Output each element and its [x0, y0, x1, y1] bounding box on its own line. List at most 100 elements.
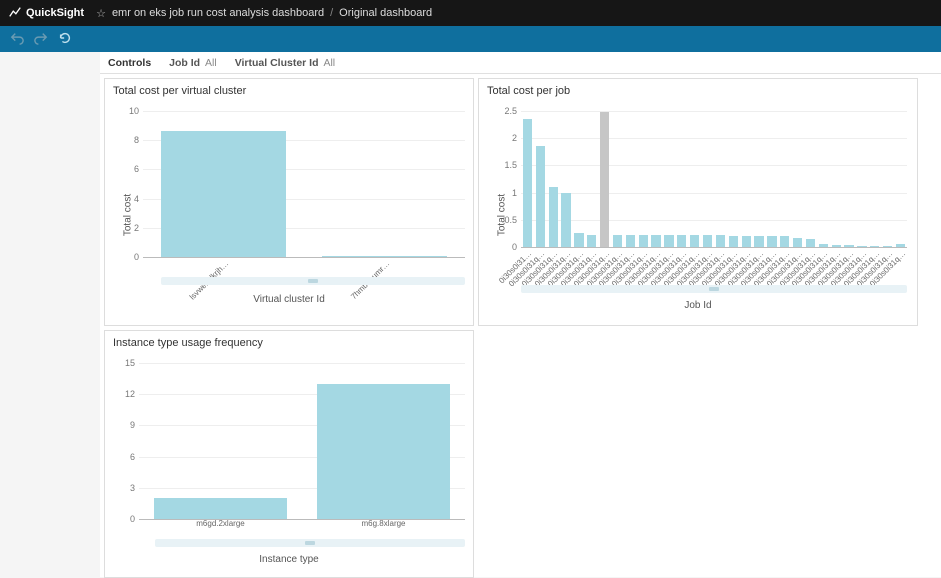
bar[interactable] [523, 119, 532, 247]
y-tick-label: 1.5 [504, 160, 521, 170]
quicksight-icon [8, 5, 22, 22]
tile-title: Instance type usage frequency [105, 331, 473, 355]
gridline [143, 257, 465, 258]
y-tick-label: 0 [130, 514, 139, 524]
bar[interactable] [857, 246, 866, 247]
bar[interactable] [703, 235, 712, 247]
gridline [521, 165, 907, 166]
bar[interactable] [793, 238, 802, 247]
gridline [521, 193, 907, 194]
app-logo[interactable]: QuickSight [8, 5, 84, 22]
tile-instance-type-frequency[interactable]: Instance type usage frequency 03691215m6… [104, 330, 474, 578]
x-tick-label: m6g.8xlarge [302, 519, 465, 528]
redo-icon[interactable] [34, 31, 48, 48]
bar[interactable] [832, 245, 841, 247]
bar[interactable] [322, 256, 448, 257]
x-scrollbar[interactable] [521, 285, 907, 293]
bar[interactable] [819, 244, 828, 247]
undo-icon[interactable] [10, 31, 24, 48]
bar[interactable] [870, 246, 879, 247]
bar[interactable] [317, 384, 451, 519]
bar[interactable] [677, 235, 686, 247]
x-axis-label: Virtual cluster Id [253, 294, 325, 305]
view-label[interactable]: Original dashboard [339, 7, 432, 19]
bar[interactable] [561, 193, 570, 247]
bar[interactable] [626, 235, 635, 247]
chart-plot: 00.511.522.50i30s0i31…0i30s0i31q…0i30s0i… [521, 111, 907, 247]
app-name: QuickSight [26, 7, 84, 19]
breadcrumb-separator: / [330, 7, 333, 19]
refresh-icon[interactable] [58, 31, 72, 48]
breadcrumb: ☆ emr on eks job run cost analysis dashb… [96, 7, 432, 20]
bar[interactable] [154, 498, 288, 519]
y-tick-label: 12 [125, 389, 139, 399]
action-bar [0, 26, 941, 52]
filter-job-id[interactable]: Job Id All [169, 57, 217, 69]
x-tick-label: m6gd.2xlarge [139, 519, 302, 528]
chart-body: Total cost 00.511.522.50i30s0i31…0i30s0i… [479, 105, 917, 325]
bar[interactable] [896, 244, 905, 247]
bar[interactable] [754, 236, 763, 247]
bar[interactable] [883, 246, 892, 247]
bar[interactable] [844, 245, 853, 247]
bar[interactable] [651, 235, 660, 247]
y-tick-label: 0.5 [504, 215, 521, 225]
bar[interactable] [587, 235, 596, 247]
tile-total-cost-per-cluster[interactable]: Total cost per virtual cluster Total cos… [104, 78, 474, 326]
bar[interactable] [664, 235, 673, 247]
y-tick-label: 3 [130, 483, 139, 493]
y-tick-label: 0 [134, 252, 143, 262]
controls-label: Controls [108, 57, 151, 69]
gridline [521, 247, 907, 248]
y-tick-label: 6 [134, 164, 143, 174]
tile-title: Total cost per job [479, 79, 917, 103]
chart-body: 03691215m6gd.2xlargem6g.8xlarge Instance… [105, 357, 473, 577]
dashboard-name[interactable]: emr on eks job run cost analysis dashboa… [112, 7, 324, 19]
bar[interactable] [767, 236, 776, 247]
y-tick-label: 10 [129, 106, 143, 116]
chart-plot: 03691215m6gd.2xlargem6g.8xlarge [139, 363, 465, 519]
tiles-grid: Total cost per virtual cluster Total cos… [100, 74, 941, 577]
bar[interactable] [574, 233, 583, 247]
gridline [521, 220, 907, 221]
gridline [521, 138, 907, 139]
controls-bar[interactable]: Controls Job Id All Virtual Cluster Id A… [100, 52, 941, 74]
x-axis-label: Instance type [259, 554, 318, 565]
bar[interactable] [639, 235, 648, 247]
filter-virtual-cluster-id[interactable]: Virtual Cluster Id All [235, 57, 335, 69]
y-tick-label: 8 [134, 135, 143, 145]
y-tick-label: 6 [130, 452, 139, 462]
gridline [139, 363, 465, 364]
tile-title: Total cost per virtual cluster [105, 79, 473, 103]
bar[interactable] [806, 239, 815, 247]
x-scrollbar[interactable] [155, 539, 465, 547]
bar[interactable] [161, 131, 287, 257]
bar[interactable] [716, 235, 725, 247]
y-tick-label: 0 [512, 242, 521, 252]
bar[interactable] [742, 236, 751, 247]
bar[interactable] [729, 236, 738, 247]
chart-plot: 0246810lsvwenxlkrjh…7hmb9humr… [143, 111, 465, 257]
bar[interactable] [690, 235, 699, 247]
gridline [521, 111, 907, 112]
y-tick-label: 2.5 [504, 106, 521, 116]
dashboard-canvas: Controls Job Id All Virtual Cluster Id A… [100, 52, 941, 577]
y-tick-label: 2 [134, 223, 143, 233]
star-icon[interactable]: ☆ [96, 7, 106, 20]
y-tick-label: 1 [512, 188, 521, 198]
bar[interactable] [780, 236, 789, 247]
tile-total-cost-per-job[interactable]: Total cost per job Total cost 00.511.522… [478, 78, 918, 326]
bar[interactable] [600, 112, 609, 247]
y-tick-label: 15 [125, 358, 139, 368]
gridline [143, 111, 465, 112]
bar[interactable] [613, 235, 622, 247]
y-tick-label: 2 [512, 133, 521, 143]
bar[interactable] [536, 146, 545, 247]
app-header: QuickSight ☆ emr on eks job run cost ana… [0, 0, 941, 26]
y-tick-label: 9 [130, 420, 139, 430]
chart-body: Total cost 0246810lsvwenxlkrjh…7hmb9humr… [105, 105, 473, 325]
y-axis-label: Total cost [123, 194, 134, 236]
bar[interactable] [549, 187, 558, 247]
y-tick-label: 4 [134, 194, 143, 204]
x-scrollbar[interactable] [161, 277, 465, 285]
